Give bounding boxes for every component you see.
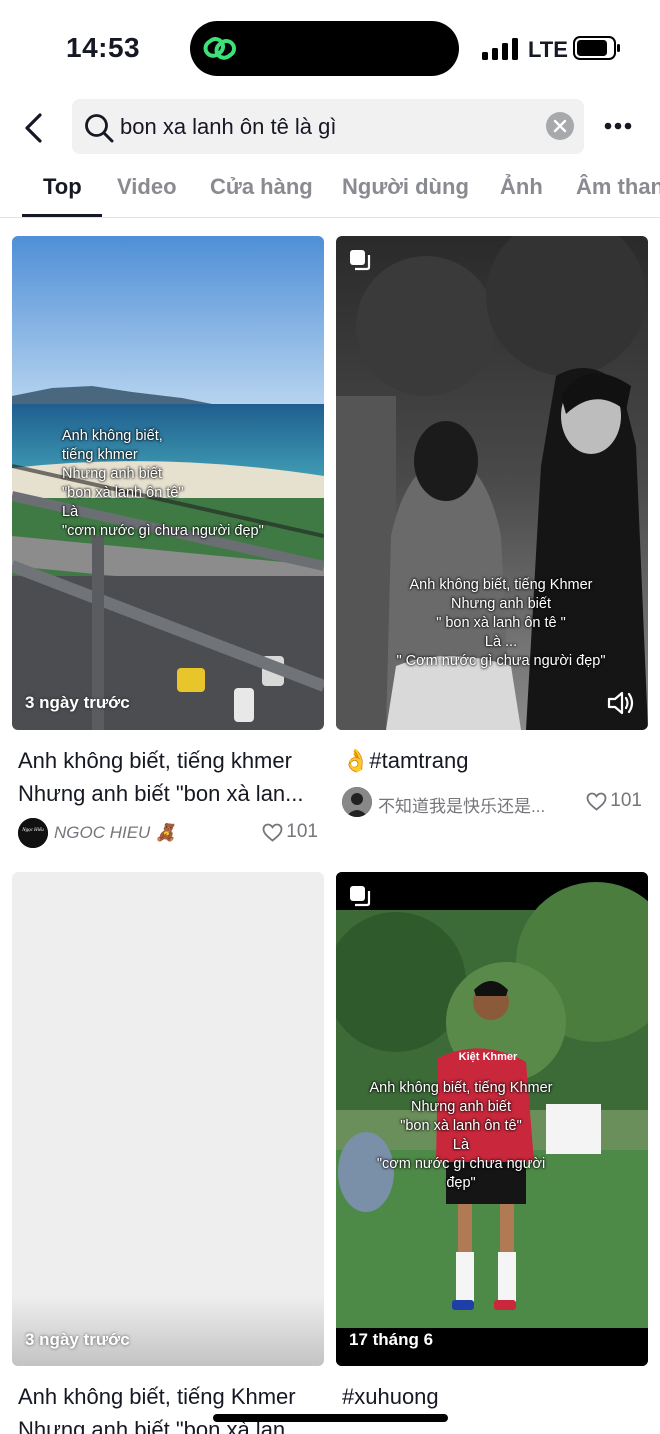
author-name[interactable]: 不知道我是快乐还是... xyxy=(378,792,578,817)
post-date: 17 tháng 6 xyxy=(349,1330,434,1349)
video-caption[interactable]: #xuhuong xyxy=(342,1380,642,1413)
network-type: LTE xyxy=(528,37,568,62)
search-input[interactable]: bon xa lanh ôn tê là gì xyxy=(120,99,540,154)
video-caption[interactable]: 👌#tamtrang xyxy=(342,744,642,777)
video-thumbnail[interactable]: Kiệt Khmer Anh không biết, tiếng Khmer N… xyxy=(336,872,648,1366)
result-card[interactable]: Kiệt Khmer Anh không biết, tiếng Khmer N… xyxy=(336,872,648,1434)
search-header: bon xa lanh ôn tê là gì xyxy=(0,96,660,158)
active-tab-indicator xyxy=(22,214,102,217)
heart-icon xyxy=(262,823,283,842)
back-button[interactable] xyxy=(14,108,54,148)
video-overlay-text: Anh không biết, tiếng Khmer Nhưng anh bi… xyxy=(396,577,606,669)
search-tabs: Top Video Cửa hàng Người dùng Ảnh Âm tha… xyxy=(0,162,660,218)
status-bar: 14:53 LTE xyxy=(0,0,660,96)
like-count: 101 xyxy=(262,821,318,843)
video-thumbnail[interactable]: 3 ngày trước xyxy=(12,872,324,1366)
like-count: 101 xyxy=(586,790,642,812)
search-bar[interactable]: bon xa lanh ôn tê là gì xyxy=(72,99,584,154)
avatar[interactable]: Ngọc Hiếu xyxy=(18,818,48,848)
video-caption[interactable]: Anh không biết, tiếng Khmer xyxy=(18,1380,318,1413)
back-icon xyxy=(25,113,42,143)
heart-icon xyxy=(586,792,607,811)
post-date: 3 ngày trước xyxy=(25,693,130,712)
tab-users[interactable]: Người dùng xyxy=(342,174,469,200)
sound-icon[interactable] xyxy=(606,689,636,717)
photo-carousel-icon xyxy=(350,886,371,907)
video-meta: 不知道我是快乐还是... 101 xyxy=(342,787,642,817)
video-overlay-text: Anh không biết, tiếng Khmer Nhưng anh bi… xyxy=(369,1080,553,1191)
photo-carousel-icon xyxy=(350,250,371,271)
more-icon xyxy=(604,122,632,130)
search-icon xyxy=(85,114,114,143)
like-count-value: 101 xyxy=(610,790,642,811)
post-date: 3 ngày trước xyxy=(25,1330,130,1349)
avatar-photo-image xyxy=(342,787,372,817)
result-card[interactable]: Anh không biết, tiếng khmer Nhưng anh bi… xyxy=(12,236,324,856)
avatar[interactable] xyxy=(342,787,372,817)
tab-photos[interactable]: Ảnh xyxy=(500,174,543,200)
status-time: 14:53 xyxy=(66,32,141,63)
battery-icon xyxy=(573,36,620,60)
dynamic-island xyxy=(190,21,459,76)
clear-search-button[interactable] xyxy=(546,112,574,140)
link-icon xyxy=(203,37,237,60)
video-caption[interactable]: Anh không biết, tiếng khmer xyxy=(18,744,318,777)
svg-text:Kiệt Khmer: Kiệt Khmer xyxy=(459,1051,518,1063)
tab-top[interactable]: Top xyxy=(43,174,82,200)
signal-icon xyxy=(482,38,518,60)
video-thumbnail[interactable]: Anh không biết, tiếng Khmer Nhưng anh bi… xyxy=(336,236,648,730)
home-indicator xyxy=(213,1414,448,1422)
clear-icon xyxy=(553,119,567,133)
more-options-button[interactable] xyxy=(598,110,638,142)
tab-shop[interactable]: Cửa hàng xyxy=(210,174,313,200)
video-thumbnail[interactable]: Anh không biết, tiếng khmer Nhưng anh bi… xyxy=(12,236,324,730)
tab-video[interactable]: Video xyxy=(117,174,177,200)
author-name[interactable]: NGOC HIEU 🧸 xyxy=(54,823,254,843)
video-meta: Ngọc Hiếu NGOC HIEU 🧸 101 xyxy=(18,818,318,848)
result-card[interactable]: Anh không biết, tiếng Khmer Nhưng anh bi… xyxy=(336,236,648,856)
like-count-value: 101 xyxy=(286,821,318,842)
result-card[interactable]: 3 ngày trước Anh không biết, tiếng Khmer… xyxy=(12,872,324,1434)
svg-text:Ngọc Hiếu: Ngọc Hiếu xyxy=(21,828,44,833)
video-overlay-text: Anh không biết, tiếng khmer Nhưng anh bi… xyxy=(62,428,264,539)
tab-sounds[interactable]: Âm thanh xyxy=(576,174,660,200)
video-caption-line2[interactable]: Nhưng anh biết "bon xà lan... xyxy=(18,777,318,810)
avatar-logo-image: Ngọc Hiếu xyxy=(18,818,48,848)
